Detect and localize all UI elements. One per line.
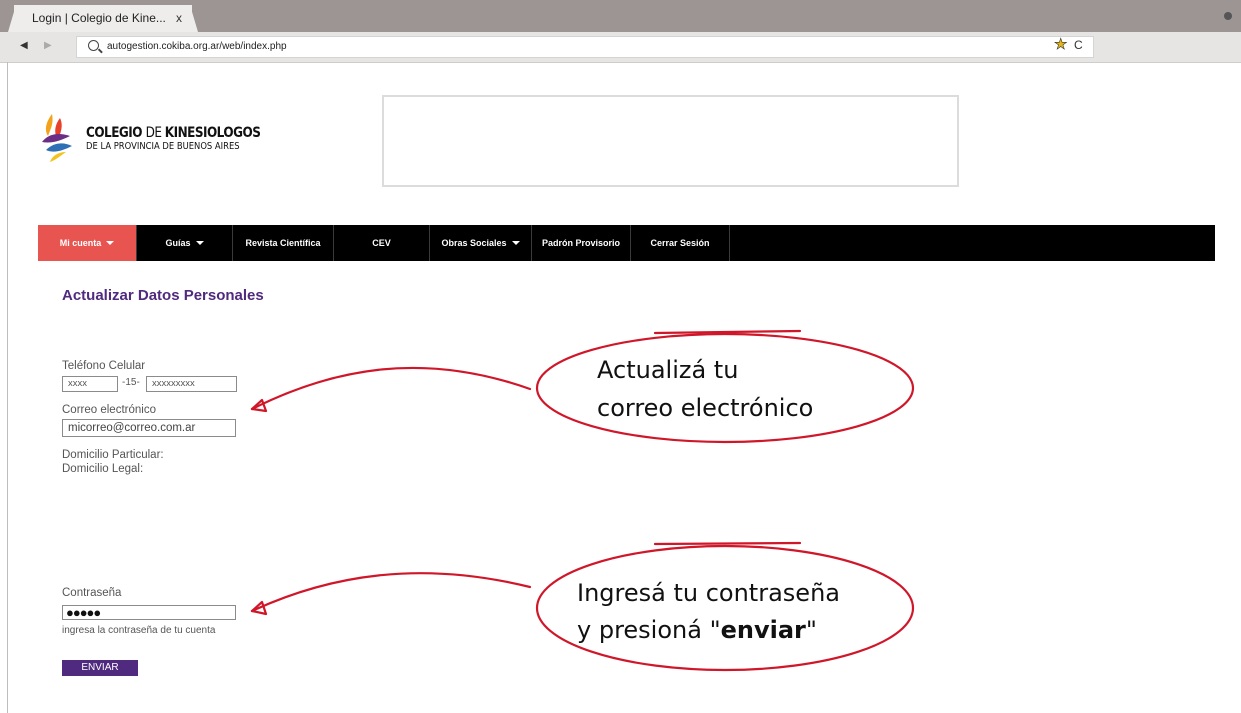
arrow-to-password-field <box>250 572 532 613</box>
callout-bottom-dash <box>653 541 802 546</box>
callout-email-ellipse <box>535 332 915 444</box>
callout-email-line1: Actualizá tu <box>597 356 739 384</box>
arrow-to-email-field <box>250 366 532 411</box>
callout-email-line2: correo electrónico <box>597 394 814 422</box>
callout-top-dash <box>653 329 802 335</box>
callout-password-line1: Ingresá tu contraseña <box>577 579 840 607</box>
callout-password-line2: y presioná "enviar" <box>577 616 817 644</box>
